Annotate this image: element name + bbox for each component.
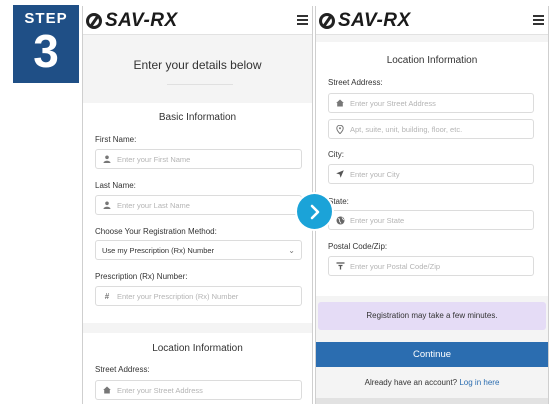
logo-mark-icon: [86, 13, 102, 29]
chevron-right-icon: [310, 204, 319, 219]
user-icon: [102, 200, 112, 210]
street-address-input[interactable]: Enter your Street Address: [95, 380, 302, 400]
chevron-down-icon: ⌄: [288, 246, 295, 255]
first-name-label: First Name:: [95, 135, 137, 144]
location-information-section: Location Information Street Address: Ent…: [83, 333, 312, 404]
street-address-placeholder: Enter your Street Address: [117, 385, 203, 395]
street-address-label: Street Address:: [95, 365, 150, 374]
hamburger-menu-icon[interactable]: [297, 15, 308, 25]
step-number: 3: [33, 25, 59, 77]
page-title: Enter your details below: [133, 58, 262, 72]
hamburger-menu-icon[interactable]: [533, 15, 544, 25]
last-name-placeholder: Enter your Last Name: [117, 200, 190, 210]
hash-icon: #: [104, 291, 110, 301]
continue-button[interactable]: Continue: [316, 342, 548, 367]
state-input[interactable]: Enter your State: [328, 210, 534, 230]
street-address-placeholder: Enter your Street Address: [350, 98, 436, 108]
globe-icon: [335, 215, 345, 225]
postal-code-placeholder: Enter your Postal Code/Zip: [350, 261, 441, 271]
street-address-label: Street Address:: [328, 78, 383, 87]
logo-mark-icon: [319, 13, 335, 29]
top-bar: SAV-RX: [83, 6, 312, 35]
user-icon: [102, 154, 112, 164]
location-arrow-icon: [335, 169, 345, 179]
brand-name: SAV-RX: [105, 10, 178, 31]
section-title: Location Information: [386, 55, 478, 66]
home-icon: [102, 385, 112, 395]
postal-code-input[interactable]: Enter your Postal Code/Zip: [328, 256, 534, 276]
last-name-input[interactable]: Enter your Last Name: [95, 195, 302, 215]
city-label: City:: [328, 150, 344, 159]
login-prompt: Already have an account? Log in here: [316, 378, 548, 387]
bottom-strip: [316, 398, 548, 404]
last-name-label: Last Name:: [95, 181, 136, 190]
top-bar: SAV-RX: [316, 6, 548, 35]
location-information-section: Location Information Street Address: Ent…: [316, 42, 548, 296]
home-icon: [335, 98, 345, 108]
postal-code-label: Postal Code/Zip:: [328, 242, 388, 251]
city-input[interactable]: Enter your City: [328, 164, 534, 184]
first-name-placeholder: Enter your First Name: [117, 154, 191, 164]
registration-method-value: Use my Prescription (Rx) Number: [102, 245, 215, 255]
street-address-input[interactable]: Enter your Street Address: [328, 93, 534, 113]
section-title: Basic Information: [158, 112, 237, 123]
title-divider: [167, 84, 233, 85]
brand-logo[interactable]: SAV-RX: [86, 10, 178, 32]
postal-code-icon: [335, 261, 345, 271]
tutorial-frame: STEP 3 SAV-RX Enter your details below B…: [0, 0, 554, 404]
first-name-input[interactable]: Enter your First Name: [95, 149, 302, 169]
section-title: Location Information: [152, 343, 243, 354]
city-placeholder: Enter your City: [350, 169, 400, 179]
phone-screen-left: SAV-RX Enter your details below Basic In…: [82, 6, 313, 404]
apartment-input[interactable]: Apt, suite, unit, building, floor, etc.: [328, 119, 534, 139]
phone-screen-right: SAV-RX Location Information Street Addre…: [315, 6, 549, 404]
registration-notice: Registration may take a few minutes.: [318, 302, 546, 330]
registration-method-select[interactable]: Use my Prescription (Rx) Number ⌄: [95, 240, 302, 260]
state-placeholder: Enter your State: [350, 215, 405, 225]
basic-information-section: Basic Information First Name: Enter your…: [83, 103, 312, 323]
state-label: State:: [328, 197, 349, 206]
rx-number-placeholder: Enter your Prescription (Rx) Number: [117, 291, 239, 301]
login-link[interactable]: Log in here: [459, 378, 499, 387]
rx-number-input[interactable]: # Enter your Prescription (Rx) Number: [95, 286, 302, 306]
map-pin-icon: [335, 124, 345, 134]
next-step-button[interactable]: [297, 194, 332, 229]
login-prompt-text: Already have an account?: [364, 378, 458, 387]
brand-name: SAV-RX: [338, 10, 411, 31]
brand-logo[interactable]: SAV-RX: [319, 10, 411, 32]
step-badge: STEP 3: [13, 5, 79, 83]
rx-number-label: Prescription (Rx) Number:: [95, 272, 188, 281]
registration-method-label: Choose Your Registration Method:: [95, 227, 217, 236]
apartment-placeholder: Apt, suite, unit, building, floor, etc.: [350, 124, 463, 134]
